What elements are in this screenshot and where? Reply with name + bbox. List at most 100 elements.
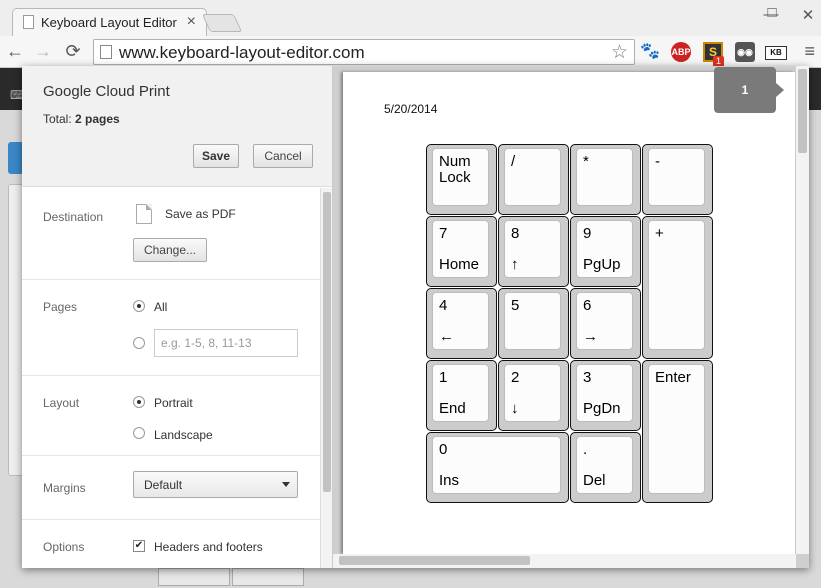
keycap-face: 0 Ins bbox=[432, 436, 561, 494]
keycap-primary-label: 5 bbox=[511, 297, 520, 314]
pages-range-radio[interactable] bbox=[133, 337, 145, 349]
keycap: 2 ↓ bbox=[498, 360, 569, 431]
pages-all-radio[interactable] bbox=[133, 300, 145, 312]
new-tab-button[interactable] bbox=[201, 14, 243, 32]
settings-scrollbar-thumb[interactable] bbox=[323, 192, 331, 492]
keycap: - bbox=[642, 144, 713, 215]
portrait-label: Portrait bbox=[154, 396, 193, 410]
options-label: Options bbox=[43, 540, 85, 554]
preview-page: 5/20/2014 Num Lock / * -7 Home 8 ↑ 9 PgUp +4 ← 5 6 → 1… bbox=[343, 72, 795, 554]
keycap-primary-label: 3 bbox=[583, 369, 592, 386]
keycap-face: 6 → bbox=[576, 292, 633, 350]
page-bottom-button bbox=[232, 568, 304, 586]
margins-section: Margins Default bbox=[22, 456, 320, 520]
keycap-secondary-label: Ins bbox=[439, 472, 460, 489]
url-text[interactable]: www.keyboard-layout-editor.com bbox=[119, 43, 365, 63]
margins-value: Default bbox=[144, 478, 183, 492]
chrome-menu-icon[interactable]: ≡ bbox=[804, 41, 815, 62]
keycap: 9 PgUp bbox=[570, 216, 641, 287]
print-dialog: Google Cloud Print Total: 2 pages Save C… bbox=[22, 66, 809, 568]
destination-section: Destination Save as PDF Change... bbox=[22, 188, 320, 280]
keycap: 1 End bbox=[426, 360, 497, 431]
pages-section: Pages All e.g. 1-5, 8, 11-13 bbox=[22, 280, 320, 376]
back-button[interactable]: ← bbox=[4, 41, 26, 61]
keycap-face: 2 ↓ bbox=[504, 364, 561, 422]
keycap-secondary-label: Home bbox=[439, 256, 480, 273]
keycap: Num Lock bbox=[426, 144, 497, 215]
keycap-secondary-label: ↑ bbox=[511, 256, 519, 273]
keycap-primary-label: . bbox=[583, 441, 588, 458]
destination-value: Save as PDF bbox=[165, 207, 236, 221]
keycap-face: / bbox=[504, 148, 561, 206]
total-label: Total: bbox=[43, 112, 72, 126]
settings-list: Destination Save as PDF Change... Pages … bbox=[22, 188, 320, 568]
headers-footers-label: Headers and footers bbox=[154, 540, 263, 554]
reload-button[interactable]: ⟳ bbox=[62, 41, 84, 61]
keycap-primary-label: 1 bbox=[439, 369, 448, 386]
keycap: 3 PgDn bbox=[570, 360, 641, 431]
browser-toolbar: ← → ⟳ www.keyboard-layout-editor.com ☆ 🐾… bbox=[0, 36, 821, 68]
close-window-button[interactable]: ✕ bbox=[798, 6, 818, 24]
keycap-face: 4 ← bbox=[432, 292, 489, 350]
keycap-face: Num Lock bbox=[432, 148, 489, 206]
forward-button[interactable]: → bbox=[32, 41, 54, 61]
headers-footers-checkbox[interactable]: ✔ bbox=[133, 540, 145, 552]
address-bar[interactable]: www.keyboard-layout-editor.com ☆ bbox=[93, 39, 635, 65]
options-section: Options ✔ Headers and footers bbox=[22, 520, 320, 568]
keycap-face: + bbox=[648, 220, 705, 350]
keycap: * bbox=[570, 144, 641, 215]
print-settings-sidebar: Google Cloud Print Total: 2 pages Save C… bbox=[22, 66, 333, 568]
preview-vertical-scrollbar[interactable] bbox=[796, 66, 809, 554]
layout-section: Layout Portrait Landscape bbox=[22, 376, 320, 456]
keycap: 5 bbox=[498, 288, 569, 359]
tab-strip: Keyboard Layout Editor × — □ ✕ bbox=[0, 0, 821, 36]
keycap-secondary-label: PgDn bbox=[583, 400, 621, 417]
keycap: 4 ← bbox=[426, 288, 497, 359]
keycap: 8 ↑ bbox=[498, 216, 569, 287]
preview-horizontal-scrollbar[interactable] bbox=[333, 554, 796, 568]
preview-date: 5/20/2014 bbox=[384, 102, 438, 116]
keycap-secondary-label: → bbox=[583, 328, 598, 345]
keycap-primary-label: * bbox=[583, 153, 589, 170]
save-button[interactable]: Save bbox=[193, 144, 239, 168]
print-destination-title: Google Cloud Print bbox=[43, 83, 170, 100]
preview-vertical-scrollbar-thumb[interactable] bbox=[798, 69, 807, 153]
margins-label: Margins bbox=[43, 481, 86, 495]
pdf-document-icon bbox=[136, 204, 152, 224]
settings-scrollbar[interactable] bbox=[320, 188, 332, 568]
maximize-button[interactable]: □ bbox=[762, 4, 782, 21]
keycap-face: 8 ↑ bbox=[504, 220, 561, 278]
kb-extension-icon[interactable]: KB bbox=[765, 46, 787, 60]
keycap: 7 Home bbox=[426, 216, 497, 287]
browser-tab[interactable]: Keyboard Layout Editor × bbox=[12, 8, 207, 36]
cancel-button[interactable]: Cancel bbox=[253, 144, 313, 168]
total-pages: Total: 2 pages bbox=[43, 112, 120, 126]
keycap-secondary-label: Del bbox=[583, 472, 606, 489]
landscape-radio[interactable] bbox=[133, 427, 145, 439]
bookmark-star-icon[interactable]: ☆ bbox=[611, 41, 628, 64]
destination-label: Destination bbox=[43, 210, 104, 224]
glasses-extension-icon[interactable]: ◉◉ bbox=[735, 42, 755, 62]
adblock-extension-icon[interactable]: ABP bbox=[671, 42, 691, 62]
keycap-face: 3 PgDn bbox=[576, 364, 633, 422]
tab-close-icon[interactable]: × bbox=[187, 13, 196, 31]
keycap-secondary-label: ← bbox=[439, 328, 454, 345]
keycap-primary-label: 4 bbox=[439, 297, 448, 314]
page-icon bbox=[100, 45, 112, 59]
keycap: 6 → bbox=[570, 288, 641, 359]
keycap-secondary-label: End bbox=[439, 400, 466, 417]
keycap-primary-label: 0 bbox=[439, 441, 448, 458]
keycap-primary-label: 6 bbox=[583, 297, 592, 314]
keycap-face: 5 bbox=[504, 292, 561, 350]
page-range-input[interactable]: e.g. 1-5, 8, 11-13 bbox=[154, 329, 298, 357]
margins-select[interactable]: Default bbox=[133, 471, 298, 498]
keycap: . Del bbox=[570, 432, 641, 503]
preview-horizontal-scrollbar-thumb[interactable] bbox=[339, 556, 530, 565]
print-preview: 5/20/2014 Num Lock / * -7 Home 8 ↑ 9 PgUp +4 ← 5 6 → 1… bbox=[333, 66, 809, 568]
paw-extension-icon[interactable]: 🐾 bbox=[640, 42, 660, 62]
portrait-radio[interactable] bbox=[133, 396, 145, 408]
keycap: + bbox=[642, 216, 713, 359]
keycap-secondary-label: ↓ bbox=[511, 400, 519, 417]
change-destination-button[interactable]: Change... bbox=[133, 238, 207, 262]
keycap-primary-label: + bbox=[655, 225, 664, 242]
